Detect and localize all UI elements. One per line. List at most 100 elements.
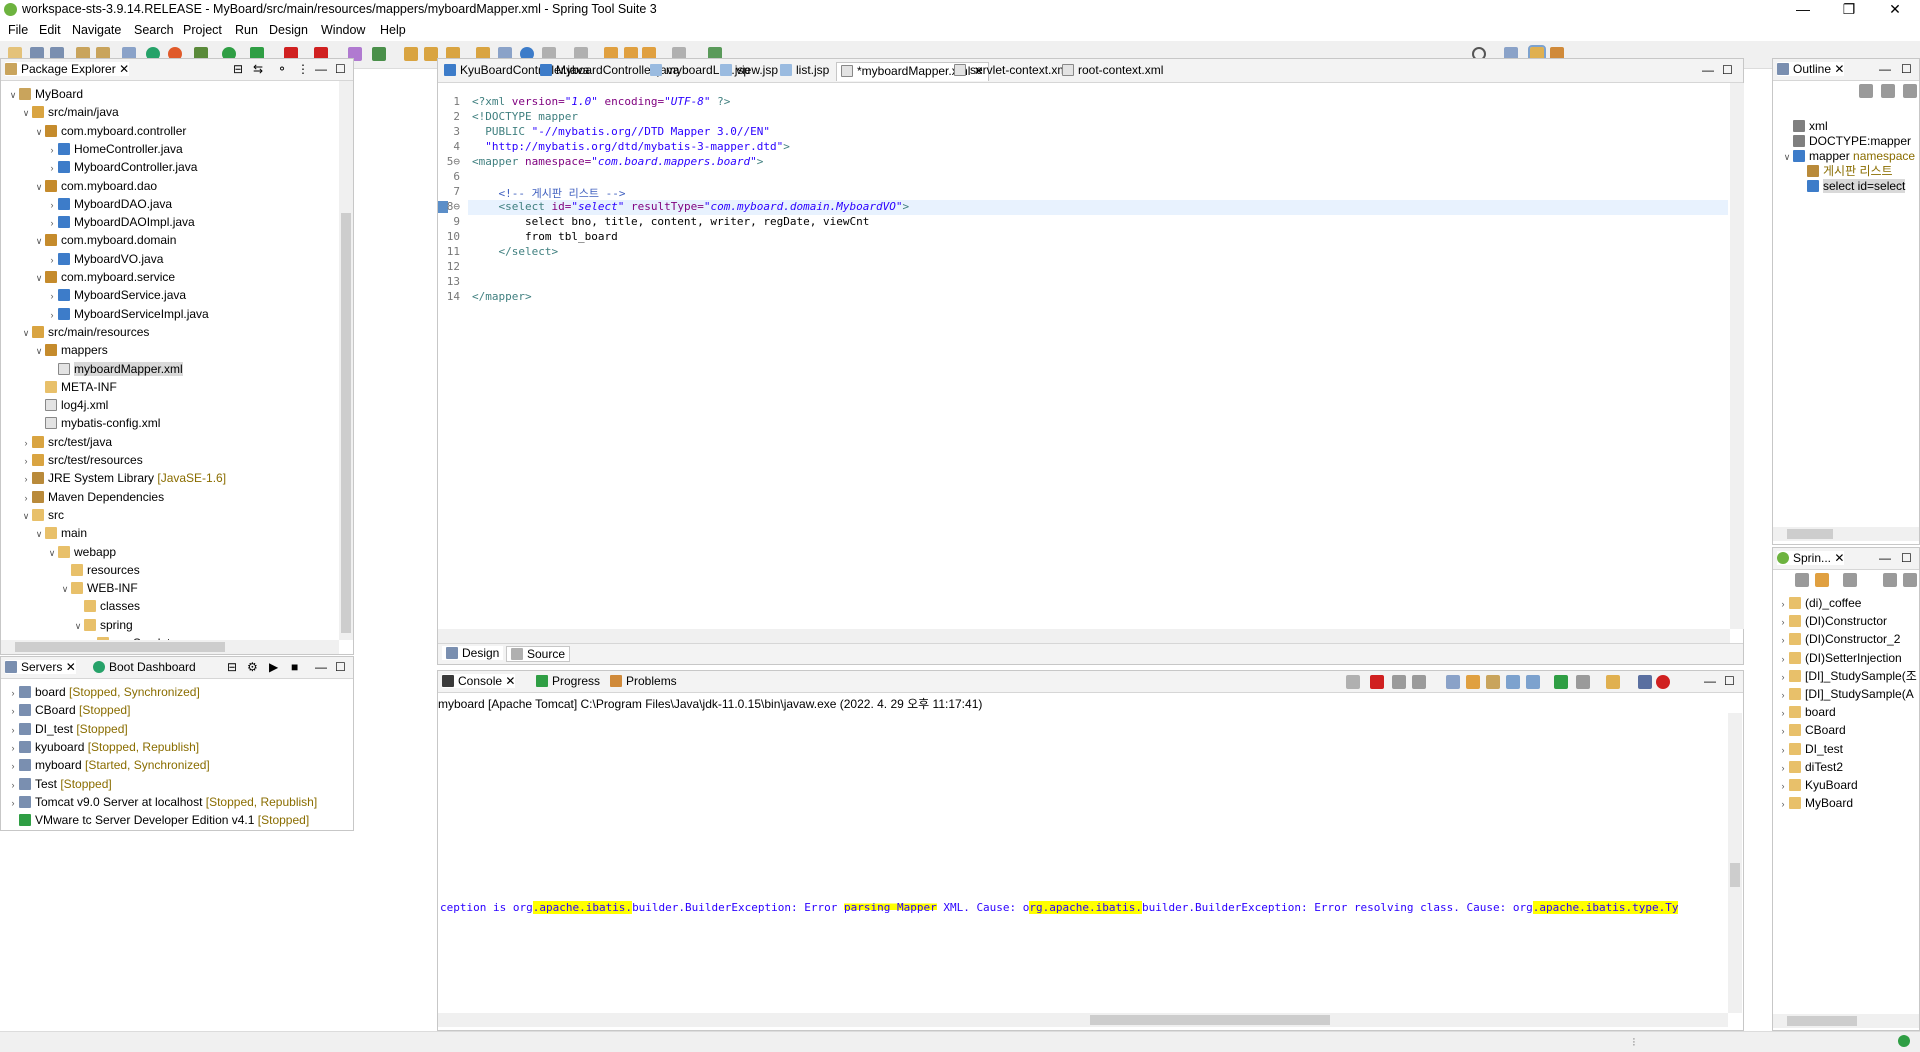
notification-icon[interactable] xyxy=(1898,1035,1910,1047)
expand-right-icon[interactable]: › xyxy=(1777,613,1789,631)
expand-right-icon[interactable]: › xyxy=(7,739,19,757)
package-tree-scrollbar[interactable] xyxy=(339,81,353,640)
console-error-line[interactable]: ception is org.apache.ibatis.builder.Bui… xyxy=(440,901,1750,917)
expand-right-icon[interactable]: › xyxy=(7,776,19,794)
tree-item[interactable]: › MyboardController.java xyxy=(46,158,198,176)
tree-item[interactable]: ∨ com.myboard.service xyxy=(33,268,175,286)
maximize-button[interactable]: ❐ xyxy=(1826,0,1872,20)
minimize-view-icon[interactable]: — xyxy=(1702,63,1714,77)
expand-right-icon[interactable]: › xyxy=(20,452,32,470)
menu-navigate[interactable]: Navigate xyxy=(72,23,121,37)
tree-item[interactable]: resources xyxy=(59,561,140,579)
expand-right-icon[interactable]: › xyxy=(46,306,58,324)
spring-project-item[interactable]: › diTest2 xyxy=(1777,758,1844,777)
server-item[interactable]: › kyuboard [Stopped, Republish] xyxy=(7,738,200,757)
tab-design[interactable]: Design xyxy=(442,646,504,660)
menu-edit[interactable]: Edit xyxy=(39,23,61,37)
editor-tab[interactable]: root-context.xml xyxy=(1058,62,1167,81)
server-item[interactable]: › board [Stopped, Synchronized] xyxy=(7,683,200,701)
stop-server-icon[interactable]: ■ xyxy=(291,660,298,674)
code-line[interactable]: <mapper namespace="com.board.mappers.boa… xyxy=(472,155,763,168)
console-settings-icon[interactable] xyxy=(1638,675,1652,689)
tree-item[interactable]: myboardMapper.xml xyxy=(46,360,183,378)
expand-right-icon[interactable]: › xyxy=(1777,668,1789,686)
maximize-view-icon[interactable]: ☐ xyxy=(335,660,346,674)
expand-right-icon[interactable]: › xyxy=(7,721,19,739)
collapse-all-icon[interactable] xyxy=(1795,573,1809,587)
server-item[interactable]: › CBoard [Stopped] xyxy=(7,701,131,719)
expand-right-icon[interactable]: › xyxy=(46,287,58,305)
open-folder-icon[interactable] xyxy=(404,47,418,61)
show-stdout-icon[interactable] xyxy=(1486,675,1500,689)
expand-down-icon[interactable]: ∨ xyxy=(20,324,32,342)
code-line[interactable]: <select id="select" resultType="com.mybo… xyxy=(472,200,909,213)
spring-project-item[interactable]: › (DI)Constructor_2 xyxy=(1777,630,1901,648)
tab-spring-explorer[interactable]: Sprin... ✕ xyxy=(1777,551,1845,565)
spring-project-item[interactable]: › [DI]_StudySample(조 xyxy=(1777,667,1917,685)
console-vscrollbar[interactable] xyxy=(1728,713,1742,1013)
tree-item[interactable]: › MyboardDAO.java xyxy=(46,195,173,213)
close-icon[interactable]: ✕ xyxy=(1834,62,1844,76)
tree-item[interactable]: ∨ src/main/java xyxy=(20,103,119,121)
new-console-icon[interactable] xyxy=(1606,675,1620,689)
code-area[interactable]: 1 <?xml version="1.0" encoding="UTF-8" ?>… xyxy=(438,95,1728,615)
expand-right-icon[interactable]: › xyxy=(1777,704,1789,722)
menu-project[interactable]: Project xyxy=(183,23,222,37)
close-icon[interactable]: ✕ xyxy=(119,62,129,76)
expand-right-icon[interactable]: › xyxy=(46,214,58,232)
close-icon[interactable]: ✕ xyxy=(66,660,76,674)
server-item[interactable]: › Tomcat v9.0 Server at localhost [Stoppe… xyxy=(7,793,318,811)
code-line[interactable]: "http://mybatis.org/dtd/mybatis-3-mapper… xyxy=(472,140,790,153)
expand-down-icon[interactable]: ∨ xyxy=(72,617,84,635)
tree-item[interactable]: › MyboardServiceImpl.java xyxy=(46,305,209,323)
spring-project-item[interactable]: › MyBoard xyxy=(1777,794,1854,813)
link-editor-icon[interactable]: ⇆ xyxy=(253,62,263,76)
menu-design[interactable]: Design xyxy=(269,23,308,37)
expand-down-icon[interactable]: ∨ xyxy=(59,580,71,598)
expand-right-icon[interactable]: › xyxy=(7,757,19,775)
package-icon[interactable] xyxy=(424,47,438,61)
editor-vscrollbar[interactable] xyxy=(1730,83,1744,629)
expand-down-icon[interactable]: ∨ xyxy=(33,525,45,543)
tree-item[interactable]: › HomeController.java xyxy=(46,140,183,158)
debug-server-icon[interactable]: ⚙ xyxy=(247,660,258,674)
tree-item[interactable]: ∨ src/main/resources xyxy=(20,323,150,342)
editor-tab[interactable]: list.jsp xyxy=(776,62,833,81)
tree-item[interactable]: ∨ spring xyxy=(72,616,133,634)
spring-project-item[interactable]: › board xyxy=(1777,703,1836,721)
spring-project-item[interactable]: › KyuBoard xyxy=(1777,776,1858,794)
expand-right-icon[interactable]: › xyxy=(1777,759,1789,777)
expand-down-icon[interactable]: ∨ xyxy=(46,544,58,562)
expand-right-icon[interactable]: › xyxy=(1777,777,1789,795)
spring-project-item[interactable]: › (di)_coffee xyxy=(1777,594,1862,612)
code-line[interactable]: <!-- 게시판 리스트 --> xyxy=(472,185,625,201)
view-menu-icon[interactable]: ⋮ xyxy=(297,62,309,76)
maximize-view-icon[interactable]: ☐ xyxy=(1724,674,1735,688)
word-wrap-icon[interactable] xyxy=(1466,675,1480,689)
tree-item[interactable]: ∨ com.myboard.controller xyxy=(33,122,187,140)
filter-icon[interactable] xyxy=(1843,573,1857,587)
expand-right-icon[interactable]: › xyxy=(20,470,32,488)
minimize-view-icon[interactable]: — xyxy=(315,62,327,76)
expand-right-icon[interactable]: › xyxy=(1777,795,1789,813)
show-stderr-icon[interactable] xyxy=(1506,675,1520,689)
code-line[interactable]: from tbl_board xyxy=(472,230,618,243)
expand-right-icon[interactable]: › xyxy=(46,251,58,269)
tree-item[interactable]: ∨ com.myboard.domain xyxy=(33,231,177,249)
server-item[interactable]: VMware tc Server Developer Edition v4.1 … xyxy=(7,811,309,829)
maximize-view-icon[interactable]: ☐ xyxy=(1901,551,1912,565)
close-icon[interactable]: ✕ xyxy=(1834,551,1844,565)
tree-item[interactable]: META-INF xyxy=(33,378,117,396)
expand-right-icon[interactable]: › xyxy=(20,434,32,452)
tab-console[interactable]: Console ✕ xyxy=(442,674,516,688)
expand-right-icon[interactable]: › xyxy=(1777,722,1789,740)
spring-project-item[interactable]: › (DI)Constructor xyxy=(1777,612,1888,631)
close-button[interactable]: ✕ xyxy=(1872,0,1918,20)
code-line[interactable]: PUBLIC "-//mybatis.org//DTD Mapper 3.0//… xyxy=(472,125,770,138)
outline-hscrollbar[interactable] xyxy=(1773,527,1919,541)
tree-item[interactable]: › JRE System Library [JavaSE-1.6] xyxy=(20,469,227,488)
expand-down-icon[interactable]: ∨ xyxy=(7,86,19,104)
expand-down-icon[interactable]: ∨ xyxy=(20,507,32,525)
editor-tab[interactable]: servlet-context.xml xyxy=(950,62,1074,81)
maximize-view-icon[interactable]: ☐ xyxy=(335,62,346,76)
